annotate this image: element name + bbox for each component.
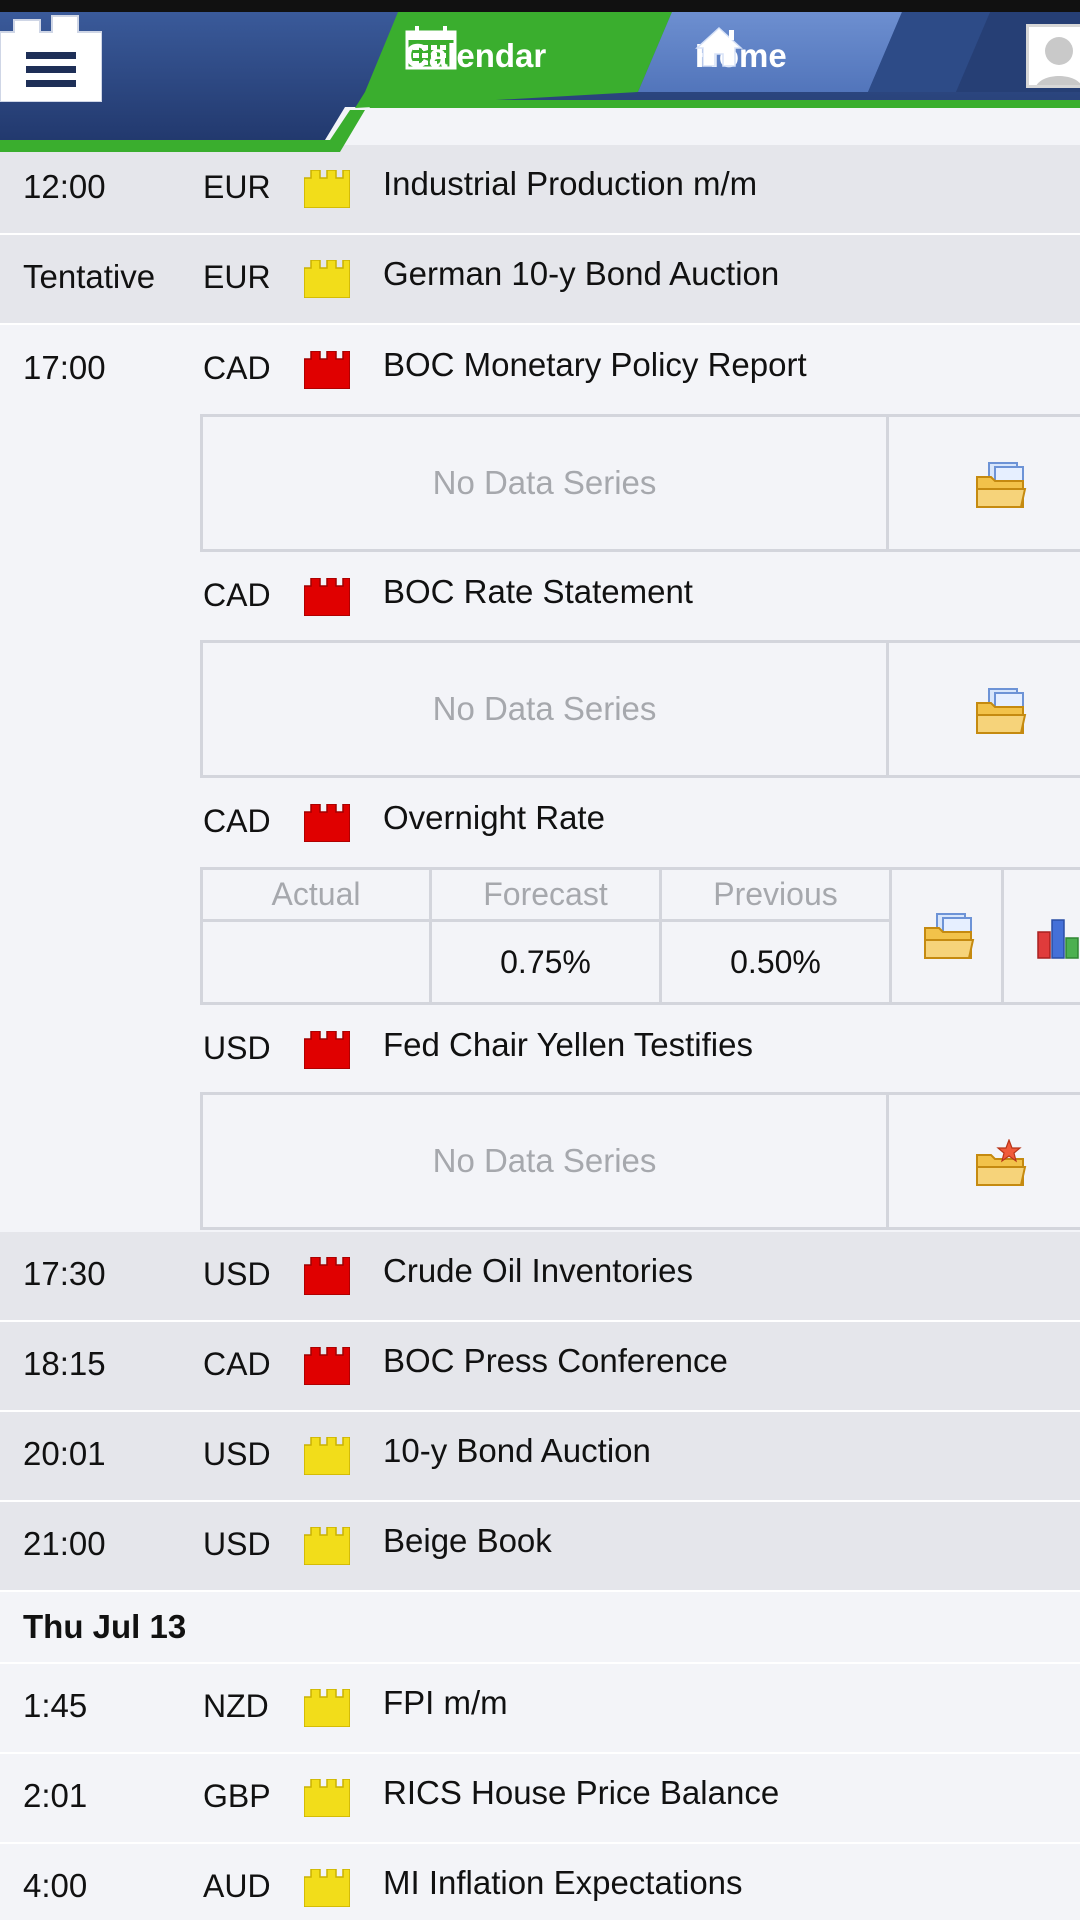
event-row[interactable]: Tentative EUR German 10-y Bond Auction [0, 235, 1080, 325]
event-row[interactable]: 20:01 USD 10-y Bond Auction [0, 1412, 1080, 1502]
event-title: German 10-y Bond Auction [383, 255, 780, 292]
day-header: Thu Jul 13 [0, 1592, 1080, 1664]
impact-medium-icon [304, 1527, 350, 1565]
no-data-label: No Data Series [203, 643, 889, 775]
actual-value [203, 922, 429, 1002]
folder-star-icon[interactable] [975, 1139, 1029, 1187]
event-time: 1:45 [23, 1687, 88, 1724]
event-time: 17:00 [23, 349, 106, 386]
impact-high-icon [304, 578, 350, 616]
impact-medium-icon [304, 1437, 350, 1475]
event-time: 18:15 [23, 1345, 106, 1382]
menu-button[interactable] [0, 12, 102, 102]
event-title[interactable]: Overnight Rate [383, 799, 605, 837]
actual-header: Actual [203, 870, 429, 922]
event-currency: CAD [203, 577, 271, 613]
no-data-label: No Data Series [203, 417, 889, 549]
actual-column: Actual [203, 870, 432, 1002]
event-currency: USD [203, 1436, 271, 1472]
user-avatar-icon [1029, 27, 1080, 85]
event-currency: USD [203, 1256, 271, 1292]
chart-cell [1004, 870, 1080, 1002]
event-detail-box: No Data Series [200, 640, 1080, 778]
user-avatar[interactable] [1026, 24, 1080, 88]
event-currency: GBP [203, 1778, 271, 1814]
event-title: RICS House Price Balance [383, 1774, 780, 1811]
previous-column: Previous 0.50% [662, 870, 892, 1002]
event-title: BOC Press Conference [383, 1342, 728, 1379]
event-time: 17:30 [23, 1255, 106, 1292]
event-value-table: Actual Forecast 0.75% Previous 0.50% [200, 867, 1080, 1005]
event-time: 12:00 [23, 168, 106, 205]
impact-medium-icon [304, 1869, 350, 1907]
no-data-label: No Data Series [203, 1095, 889, 1227]
folder-icon[interactable] [975, 687, 1029, 735]
folder-icon[interactable] [923, 912, 977, 960]
event-title: FPI m/m [383, 1684, 508, 1721]
event-title[interactable]: Fed Chair Yellen Testifies [383, 1026, 753, 1064]
tab-calendar[interactable]: Calendar [405, 26, 546, 86]
event-row[interactable]: 21:00 USD Beige Book [0, 1502, 1080, 1592]
event-row[interactable]: 17:30 USD Crude Oil Inventories [0, 1232, 1080, 1322]
home-icon [695, 26, 743, 67]
folder-icon[interactable] [975, 461, 1029, 509]
impact-high-icon [304, 1257, 350, 1295]
forecast-value: 0.75% [500, 943, 591, 980]
event-time: Tentative [23, 258, 156, 295]
calendar-icon [405, 26, 457, 70]
status-bar [0, 0, 1080, 12]
event-title[interactable]: BOC Rate Statement [383, 573, 693, 611]
impact-high-icon [304, 804, 350, 842]
event-row[interactable]: 4:00 AUD MI Inflation Expectations [0, 1844, 1080, 1920]
event-title: Crude Oil Inventories [383, 1252, 693, 1289]
event-currency: USD [203, 1030, 271, 1066]
impact-high-icon [304, 1347, 350, 1385]
impact-medium-icon [304, 170, 350, 208]
impact-high-icon [304, 1031, 350, 1069]
event-time: 20:01 [23, 1435, 106, 1472]
event-currency: USD [203, 1526, 271, 1562]
event-title[interactable]: BOC Monetary Policy Report [383, 346, 807, 384]
event-time: 2:01 [23, 1777, 88, 1814]
bar-chart-icon[interactable] [1036, 914, 1080, 960]
event-time: 4:00 [23, 1867, 88, 1904]
event-currency: NZD [203, 1688, 269, 1724]
day-header-label: Thu Jul 13 [23, 1608, 187, 1645]
event-currency: CAD [203, 350, 271, 386]
event-detail-box: No Data Series [200, 414, 1080, 552]
impact-medium-icon [304, 260, 350, 298]
app-header: Calendar Home [0, 12, 1080, 157]
forecast-column: Forecast 0.75% [432, 870, 662, 1002]
event-row[interactable]: 12:00 EUR Industrial Production m/m [0, 145, 1080, 235]
folder-cell [892, 870, 1004, 1002]
previous-header: Previous [662, 870, 889, 922]
impact-medium-icon [304, 1689, 350, 1727]
event-title: MI Inflation Expectations [383, 1864, 743, 1901]
event-currency: EUR [203, 259, 271, 295]
event-currency: CAD [203, 1346, 271, 1382]
previous-value: 0.50% [730, 943, 821, 980]
event-row[interactable]: 1:45 NZD FPI m/m [0, 1664, 1080, 1754]
forecast-header: Forecast [432, 870, 659, 922]
event-row[interactable]: 2:01 GBP RICS House Price Balance [0, 1754, 1080, 1844]
event-currency: CAD [203, 803, 271, 839]
event-title: Industrial Production m/m [383, 165, 758, 202]
event-detail-box: No Data Series [200, 1092, 1080, 1230]
impact-medium-icon [304, 1779, 350, 1817]
impact-high-icon [304, 351, 350, 389]
event-title: 10-y Bond Auction [383, 1432, 651, 1469]
event-row[interactable]: 18:15 CAD BOC Press Conference [0, 1322, 1080, 1412]
event-time: 21:00 [23, 1525, 106, 1562]
event-title: Beige Book [383, 1522, 552, 1559]
expanded-group: 17:00 CAD BOC Monetary Policy Report No … [0, 325, 1080, 1232]
event-currency: EUR [203, 169, 271, 205]
tab-home[interactable]: Home [695, 26, 787, 86]
event-currency: AUD [203, 1868, 271, 1904]
